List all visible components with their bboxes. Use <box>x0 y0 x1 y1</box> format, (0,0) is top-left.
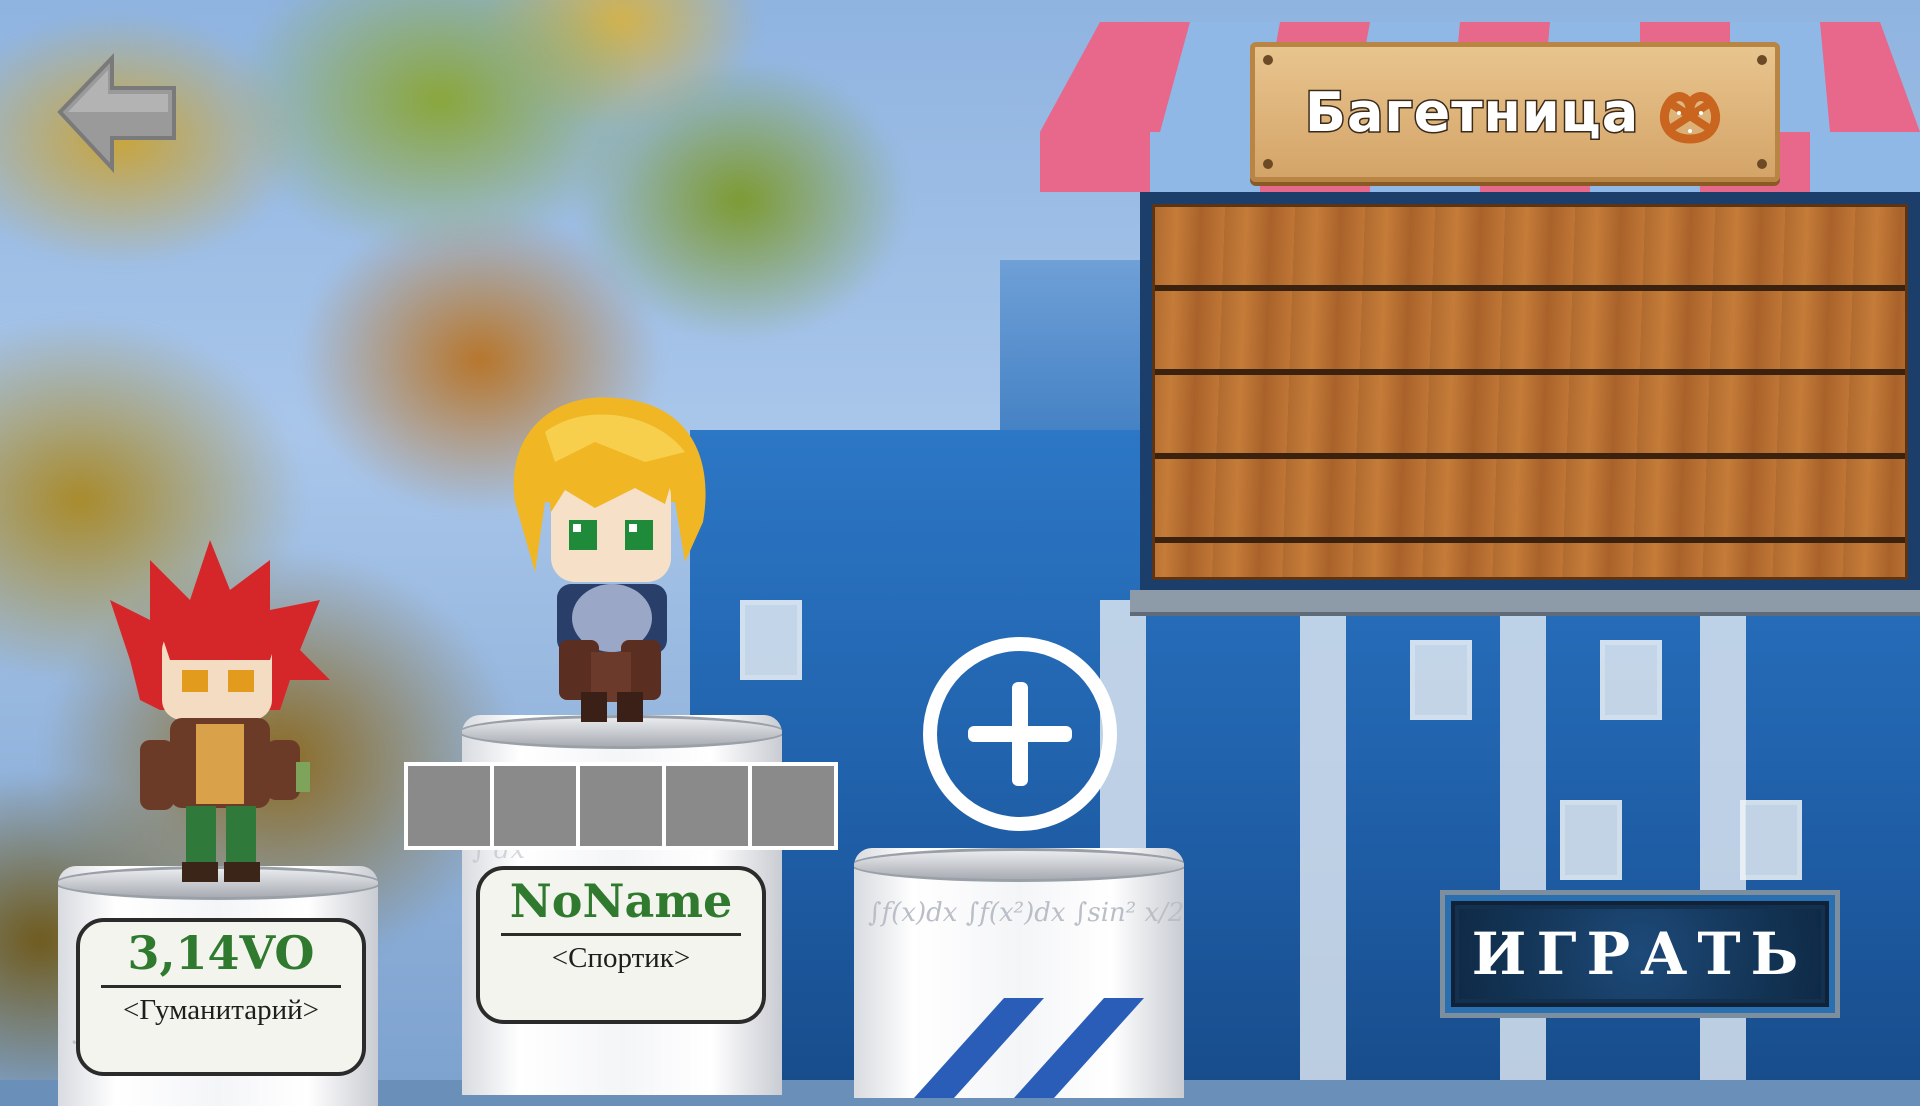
wood-planks <box>1152 204 1908 580</box>
nail <box>1757 55 1767 65</box>
slot-cell <box>580 766 662 846</box>
shop-ledge <box>1130 590 1920 616</box>
shop-board[interactable]: Багетница <box>1040 22 1920 616</box>
pretzel-icon <box>1660 92 1721 144</box>
add-character-icon <box>923 637 1117 831</box>
nameplate-divider <box>501 932 741 936</box>
nail <box>1757 159 1767 169</box>
podium-can-3: ∫f(x)dx ∫f(x²)dx ∫sin² x/2 dx <box>854 848 1184 1098</box>
play-button-face: ИГРАТЬ <box>1459 909 1821 999</box>
character-2-class: <Спортик> <box>551 941 691 974</box>
building-window <box>1740 800 1802 880</box>
character-1-sprite[interactable] <box>100 540 340 890</box>
character-1-class: <Гуманитарий> <box>123 993 319 1026</box>
slot-cell <box>494 766 576 846</box>
character-1-name: 3,14VO <box>127 926 315 980</box>
building-window <box>1560 800 1622 880</box>
nail <box>1263 55 1273 65</box>
back-arrow-icon <box>57 53 176 174</box>
shop-board-frame <box>1140 192 1920 592</box>
can-formula: ∫f(x)dx ∫f(x²)dx ∫sin² x/2 dx <box>868 898 1184 928</box>
character-2-sprite[interactable] <box>485 392 725 732</box>
back-button[interactable] <box>50 50 180 180</box>
slot-bar <box>404 762 838 850</box>
add-character-button[interactable] <box>920 634 1120 834</box>
slot-cell <box>752 766 834 846</box>
character-2-nameplate: NoName <Спортик> <box>476 866 766 1024</box>
building-column <box>1300 600 1346 1080</box>
slot-cell <box>666 766 748 846</box>
shop-title: Багетница <box>1303 79 1640 145</box>
nameplate-divider <box>101 984 341 988</box>
character-1-nameplate: 3,14VO <Гуманитарий> <box>76 918 366 1076</box>
building-window <box>1600 640 1662 720</box>
character-2-name: NoName <box>509 874 733 928</box>
nail <box>1263 159 1273 169</box>
building-window <box>1410 640 1472 720</box>
can-rim <box>854 848 1184 882</box>
play-button-label: ИГРАТЬ <box>1471 920 1809 988</box>
play-button[interactable]: ИГРАТЬ <box>1440 890 1840 1018</box>
shop-sign: Багетница <box>1250 42 1780 182</box>
slot-cell <box>408 766 490 846</box>
can-logo <box>914 998 1144 1098</box>
